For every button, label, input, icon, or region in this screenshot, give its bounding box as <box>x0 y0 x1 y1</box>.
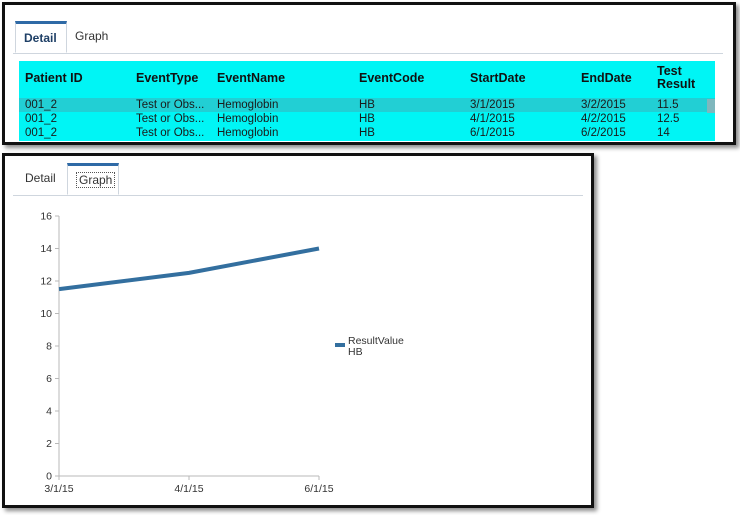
y-tick-label: 8 <box>46 341 52 353</box>
detail-panel-tabbar: Detail Graph <box>13 21 723 54</box>
legend-label-line2: HB <box>348 346 363 358</box>
x-tick-label: 3/1/15 <box>44 483 73 495</box>
cell-start-date: 4/1/2015 <box>470 113 515 125</box>
table-scrollbar[interactable] <box>707 99 715 113</box>
tab-graph[interactable]: Graph <box>67 21 116 52</box>
results-table: Patient ID EventType EventName EventCode… <box>19 61 715 141</box>
y-tick-label: 12 <box>40 276 52 288</box>
cell-test-result: 11.5 <box>657 99 679 111</box>
tab-detail-label: Detail <box>24 31 57 45</box>
cell-event-code: HB <box>359 113 375 125</box>
y-tick-label: 16 <box>40 211 52 223</box>
cell-event-type: Test or Obs... <box>136 127 205 139</box>
y-tick-label: 2 <box>46 438 52 450</box>
cell-event-type: Test or Obs... <box>136 113 205 125</box>
y-tick-label: 4 <box>46 406 52 418</box>
detail-panel: Detail Graph Patient ID EventType EventN… <box>2 2 736 145</box>
cell-event-name: Hemoglobin <box>217 127 279 139</box>
column-header-patient-id[interactable]: Patient ID <box>25 61 83 95</box>
cell-event-code: HB <box>359 99 375 111</box>
cell-end-date: 4/2/2015 <box>581 113 626 125</box>
line-chart: 0 2 4 6 8 10 12 14 16 3/1/15 4/1/15 6/1/15 <box>40 211 333 496</box>
y-tick-label: 14 <box>40 243 52 255</box>
graph-panel: Detail Graph 0 2 4 6 8 10 12 14 16 3/1/15 4/1/15 6/… <box>2 153 594 508</box>
cell-end-date: 3/2/2015 <box>581 99 626 111</box>
x-tick-label: 6/1/15 <box>304 483 333 495</box>
y-tick-label: 10 <box>40 308 52 320</box>
y-tick-label: 0 <box>46 471 52 483</box>
cell-patient-id: 001_2 <box>25 99 57 111</box>
cell-test-result: 12.5 <box>657 113 680 125</box>
x-tick-label: 4/1/15 <box>174 483 203 495</box>
tab-detail[interactable]: Detail <box>15 21 67 53</box>
column-header-start-date[interactable]: StartDate <box>470 61 526 95</box>
cell-start-date: 3/1/2015 <box>470 99 515 111</box>
tab-detail-label: Detail <box>25 171 56 185</box>
table-row[interactable]: 001_2 Test or Obs... Hemoglobin HB 3/1/2… <box>19 98 715 112</box>
column-header-end-date[interactable]: EndDate <box>581 61 632 95</box>
cell-patient-id: 001_2 <box>25 127 57 139</box>
cell-end-date: 6/2/2015 <box>581 127 626 139</box>
cell-test-result: 14 <box>657 127 670 139</box>
table-row[interactable]: 001_2 Test or Obs... Hemoglobin HB 6/1/2… <box>19 126 715 140</box>
column-header-event-type[interactable]: EventType <box>136 61 198 95</box>
column-header-event-code[interactable]: EventCode <box>359 61 424 95</box>
series-line <box>58 246 320 292</box>
tab-detail[interactable]: Detail <box>17 163 64 194</box>
cell-event-name: Hemoglobin <box>217 99 279 111</box>
tab-graph-label: Graph <box>76 172 116 188</box>
cell-event-type: Test or Obs... <box>136 99 205 111</box>
tab-graph[interactable]: Graph <box>67 163 119 195</box>
legend-label: ResultValue HB <box>348 336 404 358</box>
table-header: Patient ID EventType EventName EventCode… <box>19 61 715 95</box>
y-tick-label: 6 <box>46 373 52 385</box>
cell-patient-id: 001_2 <box>25 113 57 125</box>
cell-event-name: Hemoglobin <box>217 113 279 125</box>
column-header-event-name[interactable]: EventName <box>217 61 285 95</box>
cell-start-date: 6/1/2015 <box>470 127 515 139</box>
graph-panel-tabbar: Detail Graph <box>13 163 583 196</box>
cell-event-code: HB <box>359 127 375 139</box>
tab-graph-label: Graph <box>75 29 109 43</box>
legend-swatch <box>335 343 345 347</box>
column-header-test-result[interactable]: Test Result <box>657 61 703 95</box>
table-row[interactable]: 001_2 Test or Obs... Hemoglobin HB 4/1/2… <box>19 112 715 126</box>
